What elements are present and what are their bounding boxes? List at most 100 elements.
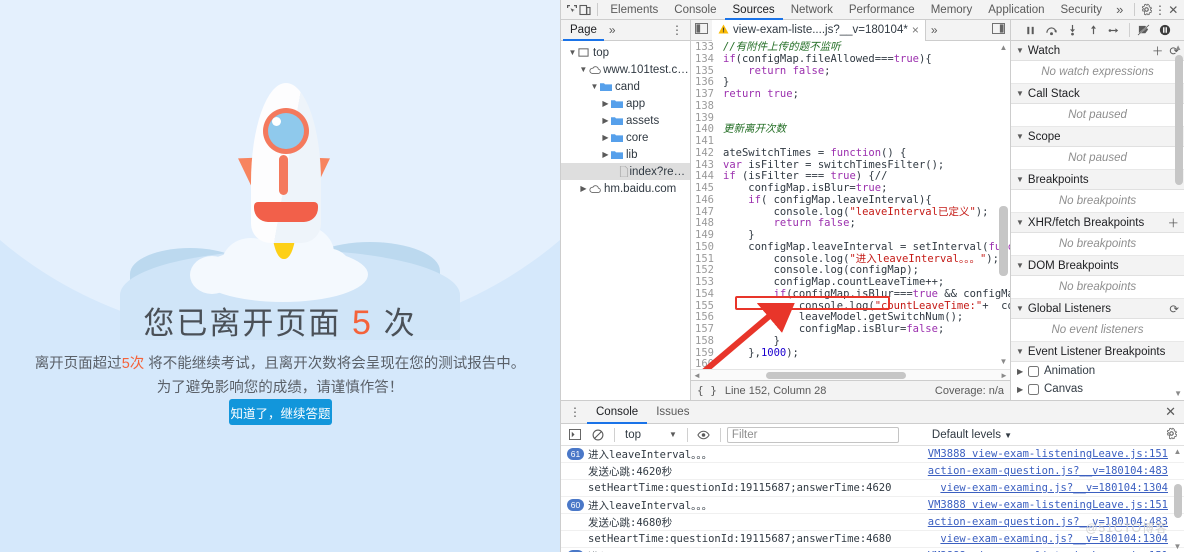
line-number[interactable]: 158 <box>691 335 720 348</box>
hscroll-left-arrow[interactable]: ◄ <box>691 371 703 380</box>
pretty-print-icon[interactable]: { } <box>697 384 717 397</box>
twisty-icon[interactable]: ▼ <box>567 48 578 57</box>
tab-memory[interactable]: Memory <box>923 0 981 20</box>
navigator-menu-icon[interactable]: ⋮ <box>666 23 688 37</box>
navigator-overflow-icon[interactable]: » <box>604 23 621 37</box>
console-source-link[interactable]: action-exam-question.js?__v=180104:483 <box>928 465 1184 477</box>
drawer-tab-console[interactable]: Console <box>587 401 647 424</box>
plus-icon[interactable]: ＋ <box>1168 215 1180 231</box>
tab-elements[interactable]: Elements <box>602 0 666 20</box>
line-number[interactable]: 149 <box>691 229 720 242</box>
line-number[interactable]: 154 <box>691 288 720 301</box>
step-into-icon[interactable] <box>1063 21 1083 39</box>
line-number[interactable]: 138 <box>691 100 720 113</box>
event-listener-row-clipboard[interactable]: ▶ Clipboard <box>1011 398 1184 400</box>
device-toolbar-icon[interactable] <box>578 1 591 19</box>
line-number[interactable]: 134 <box>691 53 720 66</box>
kebab-menu-icon[interactable]: ⋮ <box>1153 1 1166 19</box>
section-header-global-listeners[interactable]: ▼ Global Listeners ⟳ <box>1011 299 1184 319</box>
tree-node-lib[interactable]: ▶ lib <box>561 146 690 163</box>
line-number[interactable]: 133 <box>691 41 720 54</box>
console-scroll-down-arrow[interactable]: ▼ <box>1173 542 1182 551</box>
tab-application[interactable]: Application <box>980 0 1052 20</box>
refresh-icon[interactable]: ⟳ <box>1169 302 1179 316</box>
twisty-icon[interactable]: ▶ <box>600 99 611 108</box>
section-header-dom-breakpoints[interactable]: ▼ DOM Breakpoints <box>1011 256 1184 276</box>
navigator-tab-page[interactable]: Page <box>563 20 604 41</box>
line-number[interactable]: 141 <box>691 135 720 148</box>
twisty-icon[interactable]: ▼ <box>578 65 589 74</box>
tree-node-core[interactable]: ▶ core <box>561 129 690 146</box>
clear-console-icon[interactable] <box>588 426 608 444</box>
event-listener-row-canvas[interactable]: ▶ Canvas <box>1011 380 1184 398</box>
hscroll-thumb[interactable] <box>766 371 906 379</box>
debugger-scroll-down-arrow[interactable]: ▼ <box>1174 389 1182 398</box>
twisty-icon[interactable]: ▶ <box>600 133 611 142</box>
tab-security[interactable]: Security <box>1053 0 1111 20</box>
code-editor[interactable]: 133//有附件上传的题不监听 134 if(configMap.fileAllow… <box>691 41 1010 380</box>
tree-node-index[interactable]: index?redirect=0 <box>561 163 690 180</box>
console-scrollbar[interactable] <box>1174 484 1182 518</box>
console-source-link[interactable]: view-exam-examing.js?__v=180104:1304 <box>940 482 1184 494</box>
line-number[interactable]: 153 <box>691 276 720 289</box>
tab-network[interactable]: Network <box>783 0 841 20</box>
live-expression-icon[interactable] <box>694 426 714 444</box>
tree-node-top[interactable]: ▼ top <box>561 44 690 61</box>
tree-node-101test[interactable]: ▼ www.101test.com <box>561 61 690 78</box>
section-header-event-listener-breakpoints[interactable]: ▼ Event Listener Breakpoints <box>1011 342 1184 362</box>
tab-performance[interactable]: Performance <box>841 0 923 20</box>
step-icon[interactable] <box>1105 21 1125 39</box>
tree-node-hmbaidu[interactable]: ▶ hm.baidu.com <box>561 180 690 197</box>
kebab-menu-icon[interactable]: ⋮ <box>563 405 587 419</box>
editor-file-tab[interactable]: view-exam-liste....js?__v=180104* × <box>712 19 926 41</box>
deactivate-breakpoints-icon[interactable] <box>1134 21 1154 39</box>
plus-icon[interactable]: ＋ <box>1152 43 1164 59</box>
inspect-element-icon[interactable] <box>565 1 578 19</box>
tree-node-app[interactable]: ▶ app <box>561 95 690 112</box>
editor-vertical-scrollbar[interactable] <box>999 206 1008 276</box>
line-number[interactable]: 145 <box>691 182 720 195</box>
line-number[interactable]: 146 <box>691 194 720 207</box>
pause-resume-icon[interactable] <box>1021 21 1041 39</box>
editor-scroll-down-arrow[interactable]: ▼ <box>999 357 1008 366</box>
console-sidebar-icon[interactable] <box>565 426 585 444</box>
tree-node-assets[interactable]: ▶ assets <box>561 112 690 129</box>
console-filter-input[interactable]: Filter <box>726 426 899 443</box>
console-source-link[interactable]: VM3888 view-exam-listeningLeave.js:151 <box>928 448 1184 460</box>
line-number[interactable]: 142 <box>691 147 720 160</box>
section-header-watch[interactable]: ▼ Watch ＋ ⟳ <box>1011 41 1184 61</box>
twisty-icon[interactable]: ▶ <box>600 150 611 159</box>
hscroll-right-arrow[interactable]: ► <box>998 371 1010 380</box>
show-debugger-icon[interactable] <box>987 23 1010 37</box>
debugger-scrollbar[interactable] <box>1175 55 1183 185</box>
close-icon[interactable]: ✕ <box>1157 404 1184 420</box>
line-number[interactable]: 157 <box>691 323 720 336</box>
section-header-call-stack[interactable]: ▼ Call Stack <box>1011 84 1184 104</box>
show-navigator-icon[interactable] <box>691 23 712 37</box>
console-log-list[interactable]: 61 进入leaveInterval。。。 VM3888 view-exam-lis… <box>561 446 1184 552</box>
editor-tab-overflow-icon[interactable]: » <box>926 23 943 37</box>
section-header-breakpoints[interactable]: ▼ Breakpoints <box>1011 170 1184 190</box>
console-source-link[interactable]: VM3888 view-exam-listeningLeave.js:151 <box>928 499 1184 511</box>
twisty-icon[interactable]: ▶ <box>600 116 611 125</box>
console-levels-selector[interactable]: Default levels ▼ <box>932 429 1012 441</box>
section-header-scope[interactable]: ▼ Scope <box>1011 127 1184 147</box>
editor-horizontal-scrollbar[interactable]: ◄ ► <box>691 369 1010 380</box>
pause-on-exceptions-icon[interactable] <box>1155 21 1175 39</box>
chevron-right-icon[interactable]: ▶ <box>1017 385 1028 394</box>
step-over-icon[interactable] <box>1042 21 1062 39</box>
continue-exam-button[interactable]: 知道了，继续答题 <box>229 399 332 425</box>
twisty-icon[interactable]: ▼ <box>589 82 600 91</box>
tab-sources[interactable]: Sources <box>725 0 783 20</box>
console-context-selector[interactable]: top ▼ <box>621 429 681 441</box>
drawer-tab-issues[interactable]: Issues <box>647 401 698 424</box>
line-number[interactable]: 137 <box>691 88 720 101</box>
event-listener-checkbox[interactable] <box>1028 365 1039 377</box>
event-listener-row-animation[interactable]: ▶ Animation <box>1011 362 1184 380</box>
gear-icon[interactable] <box>1165 427 1180 443</box>
tab-overflow-icon[interactable]: » <box>1110 2 1129 17</box>
editor-scroll-up-arrow[interactable]: ▲ <box>999 43 1008 52</box>
step-out-icon[interactable] <box>1084 21 1104 39</box>
twisty-icon[interactable]: ▶ <box>578 184 589 193</box>
console-scroll-up-arrow[interactable]: ▲ <box>1173 447 1182 456</box>
